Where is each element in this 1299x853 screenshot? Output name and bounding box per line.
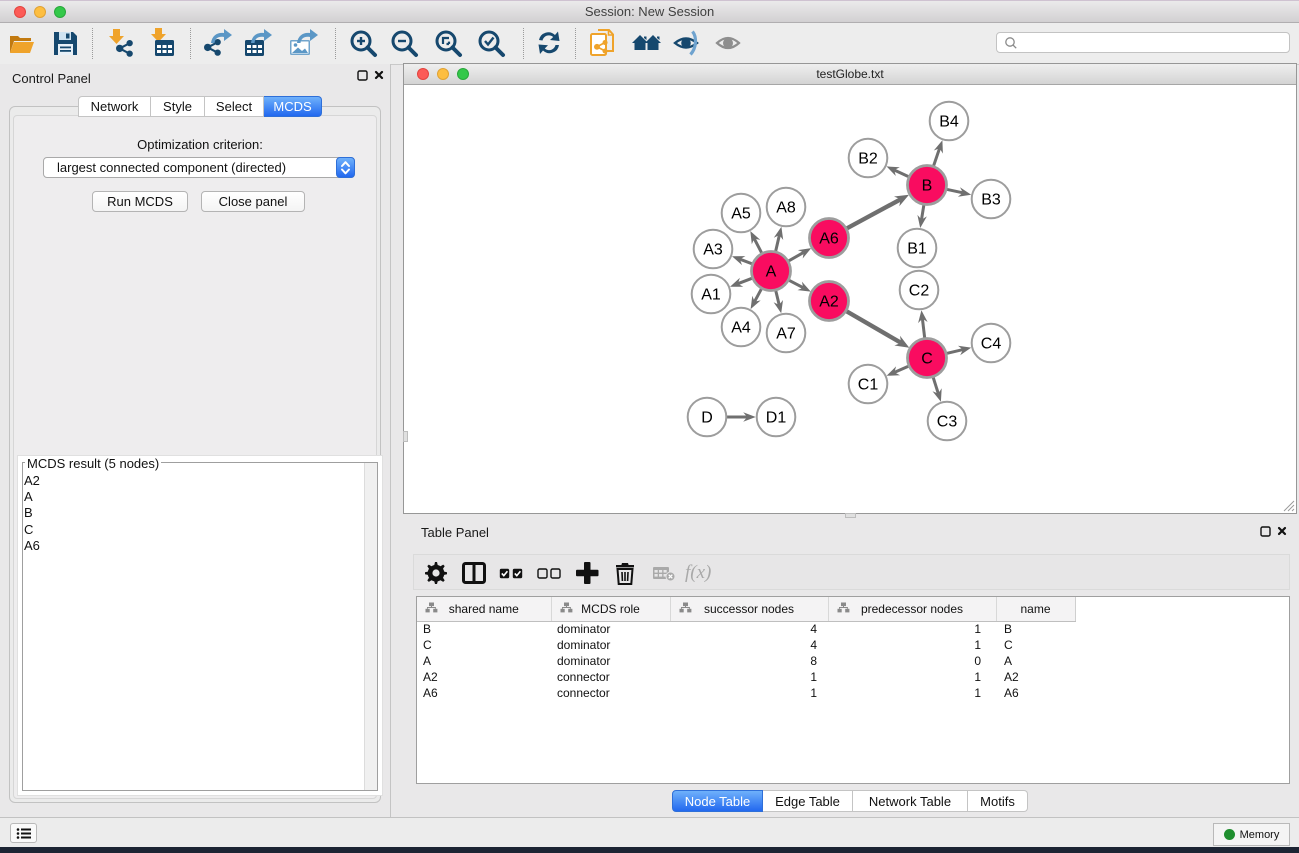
svg-text:A1: A1: [701, 287, 721, 304]
svg-text:A8: A8: [776, 200, 796, 217]
svg-text:C2: C2: [909, 283, 930, 300]
svg-text:A: A: [766, 264, 777, 281]
svg-text:B2: B2: [858, 151, 878, 168]
svg-text:B3: B3: [981, 192, 1001, 209]
svg-text:D1: D1: [766, 410, 787, 427]
svg-text:A4: A4: [731, 320, 751, 337]
svg-text:D: D: [701, 410, 713, 427]
svg-text:B1: B1: [907, 241, 927, 258]
svg-text:A6: A6: [819, 231, 839, 248]
svg-text:A2: A2: [819, 294, 839, 311]
svg-text:A5: A5: [731, 206, 751, 223]
svg-text:f(x): f(x): [685, 563, 711, 583]
svg-text:C4: C4: [981, 336, 1002, 353]
svg-text:C1: C1: [858, 377, 879, 394]
svg-text:A7: A7: [776, 326, 796, 343]
svg-text:C3: C3: [937, 414, 958, 431]
svg-text:B4: B4: [939, 114, 959, 131]
svg-text:C: C: [921, 351, 933, 368]
svg-text:B: B: [922, 178, 933, 195]
svg-text:A3: A3: [703, 242, 723, 259]
